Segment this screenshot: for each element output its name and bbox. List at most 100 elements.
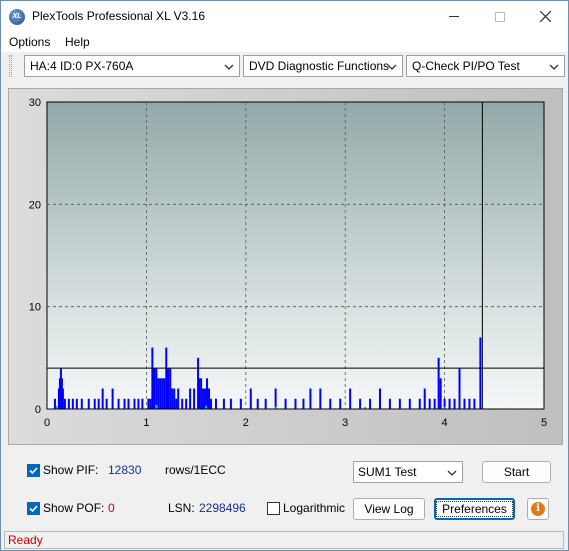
- data-bar: [53, 398, 56, 409]
- data-bar: [155, 404, 158, 409]
- data-bar: [161, 378, 164, 409]
- data-bar: [111, 388, 114, 409]
- y-tick-label: 10: [29, 302, 41, 314]
- data-bar: [127, 398, 130, 409]
- data-bar: [80, 398, 83, 409]
- controls-panel: Show PIF: 12830 rows/1ECC SUM1 Test Star…: [8, 453, 563, 526]
- data-bar: [229, 398, 232, 409]
- x-tick-label: 1: [143, 417, 149, 429]
- data-bar: [117, 398, 120, 409]
- menu-bar: Options Help: [1, 32, 568, 52]
- pif-value: 12830: [108, 463, 142, 477]
- info-button[interactable]: i: [527, 498, 549, 520]
- data-bar: [173, 388, 176, 409]
- data-bar: [206, 378, 209, 409]
- preferences-button[interactable]: Preferences: [434, 498, 515, 520]
- data-bar: [137, 398, 140, 409]
- pof-value: 0: [108, 501, 115, 515]
- show-pof-label[interactable]: Show POF:: [43, 501, 104, 515]
- sum-test-value: SUM1 Test: [358, 465, 417, 479]
- lsn-value: 2298496: [199, 501, 246, 515]
- function-select[interactable]: DVD Diagnostic Functions: [243, 55, 403, 77]
- sum-test-select[interactable]: SUM1 Test: [353, 461, 463, 483]
- drive-select[interactable]: HA:4 ID:0 PX-760A: [24, 55, 240, 77]
- logarithmic-label[interactable]: Logarithmic: [283, 501, 345, 515]
- data-bar: [200, 378, 203, 409]
- function-select-value: DVD Diagnostic Functions: [249, 59, 390, 73]
- data-bar: [181, 398, 184, 409]
- data-bar: [418, 398, 421, 409]
- data-bar: [433, 398, 436, 409]
- data-bar: [75, 398, 78, 409]
- app-window: XL PlexTools Professional XL V3.16 Optio…: [0, 0, 569, 551]
- x-tick-label: 2: [243, 417, 249, 429]
- maximize-icon: [495, 11, 505, 22]
- y-tick-label: 0: [35, 404, 41, 416]
- data-bar: [193, 388, 196, 409]
- data-bar: [329, 398, 332, 409]
- start-button[interactable]: Start: [482, 461, 551, 483]
- data-bar: [479, 337, 482, 409]
- close-button[interactable]: [522, 1, 568, 32]
- maximize-button[interactable]: [477, 1, 523, 32]
- data-bar: [439, 378, 442, 409]
- preferences-button-label: Preferences: [436, 501, 513, 517]
- data-bar: [408, 398, 411, 409]
- y-tick-label: 20: [29, 199, 41, 211]
- data-bar: [147, 398, 150, 409]
- info-icon: i: [531, 502, 545, 516]
- x-tick-label: 3: [342, 417, 348, 429]
- data-bar: [157, 378, 160, 409]
- data-bar: [448, 398, 451, 409]
- data-bar: [398, 398, 401, 409]
- menu-help[interactable]: Help: [65, 35, 90, 49]
- test-select-value: Q-Check PI/PO Test: [412, 59, 520, 73]
- checkmark-icon: [29, 505, 38, 513]
- menu-options[interactable]: Options: [9, 35, 50, 49]
- show-pof-checkbox[interactable]: [27, 502, 40, 515]
- data-bar: [428, 398, 431, 409]
- data-bar: [61, 388, 64, 409]
- data-bar: [159, 378, 162, 409]
- chevron-down-icon: [222, 60, 236, 74]
- data-bar: [249, 388, 252, 409]
- data-bar: [463, 398, 466, 409]
- data-bar: [378, 388, 381, 409]
- app-logo-icon: XL: [9, 9, 25, 25]
- data-bar: [309, 388, 312, 409]
- data-bar: [189, 388, 192, 409]
- toolbar-grip[interactable]: [9, 55, 12, 77]
- data-bar: [175, 398, 178, 409]
- data-bar: [63, 398, 66, 409]
- logarithmic-checkbox[interactable]: [267, 502, 280, 515]
- status-text: Ready: [4, 531, 564, 549]
- data-bar: [185, 398, 188, 409]
- view-log-button[interactable]: View Log: [353, 498, 425, 520]
- data-bar: [468, 398, 471, 409]
- data-bar: [105, 398, 108, 409]
- test-select[interactable]: Q-Check PI/PO Test: [406, 55, 565, 77]
- data-bar: [369, 398, 372, 409]
- data-bar: [133, 398, 136, 409]
- show-pif-checkbox[interactable]: [27, 464, 40, 477]
- minimize-button[interactable]: [431, 1, 477, 32]
- x-tick-label: 4: [442, 417, 448, 429]
- show-pif-label[interactable]: Show PIF:: [43, 463, 98, 477]
- toolbar: HA:4 ID:0 PX-760A DVD Diagnostic Functio…: [1, 52, 568, 80]
- lsn-label: LSN:: [168, 501, 195, 515]
- chevron-down-icon: [385, 60, 399, 74]
- data-bar: [202, 388, 205, 409]
- status-bar: Ready: [1, 530, 568, 550]
- data-bar: [141, 398, 144, 409]
- data-bar: [67, 398, 70, 409]
- data-bar: [453, 398, 456, 409]
- window-title: PlexTools Professional XL V3.16: [32, 9, 205, 23]
- plot-area: [46, 101, 545, 410]
- pif-unit: rows/1ECC: [165, 463, 226, 477]
- data-bar: [177, 388, 180, 409]
- chevron-down-icon: [445, 466, 459, 483]
- x-tick-label: 5: [541, 417, 547, 429]
- data-bar: [171, 388, 174, 409]
- data-bar: [222, 398, 225, 409]
- data-bar: [359, 398, 362, 409]
